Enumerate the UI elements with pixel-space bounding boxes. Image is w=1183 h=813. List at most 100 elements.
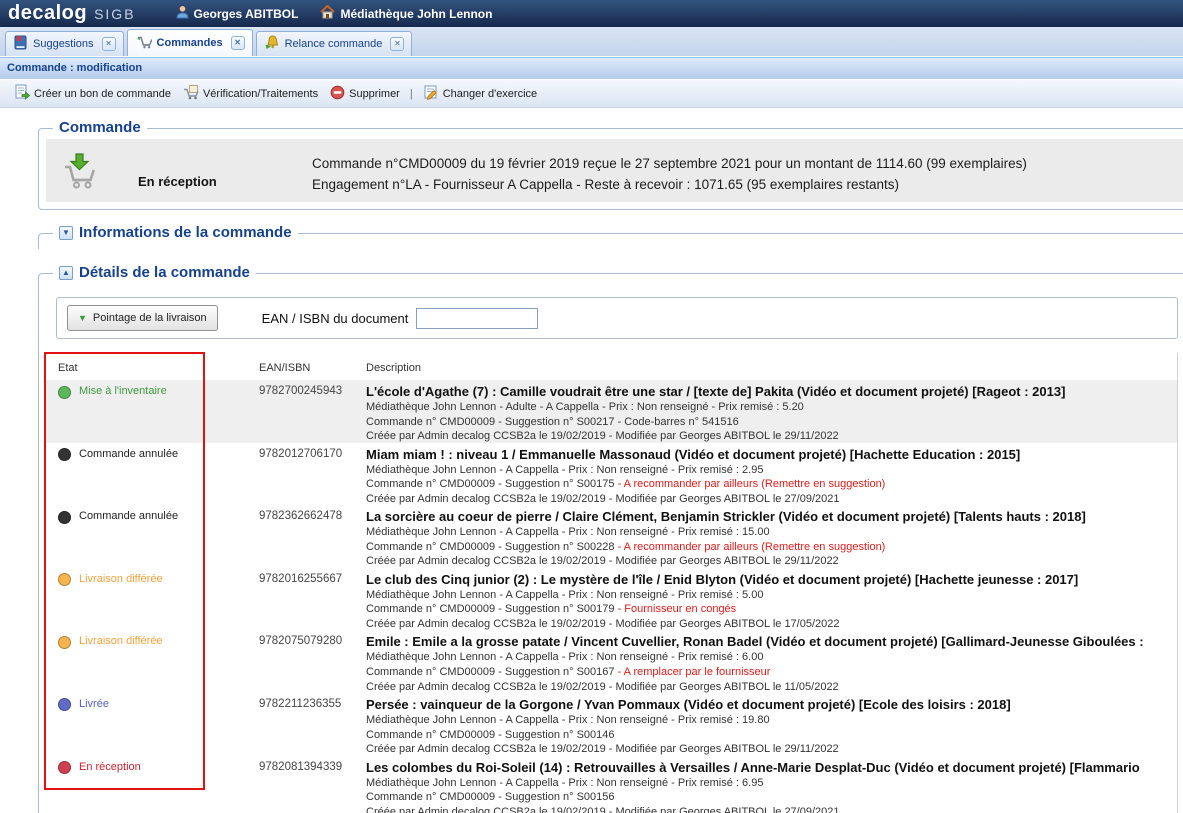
order-note-red: - Fournisseur en congés — [618, 603, 737, 615]
document-audit: Créée par Admin decalog CCSB2a le 19/02/… — [366, 742, 1177, 755]
document-holding: Médiathèque John Lennon - Adulte - A Cap… — [366, 400, 1177, 415]
cart-icon — [135, 34, 152, 52]
order-info-text: Commande n° CMD00009 - Suggestion n° S00… — [366, 478, 618, 490]
verification-label: Vérification/Traitements — [203, 88, 318, 100]
app-header: decalog SIGB Georges ABITBOL Médiathèque… — [0, 0, 1183, 27]
ean-value: 9782700245943 — [259, 380, 366, 443]
ean-value: 9782211236355 — [259, 693, 366, 756]
collapse-icon[interactable]: ▲ — [59, 266, 73, 280]
user-name: Georges ABITBOL — [194, 7, 299, 21]
header-ean: EAN/ISBN — [259, 353, 366, 380]
document-holding: Médiathèque John Lennon - A Cappella - P… — [366, 713, 1177, 728]
status-label: Mise à l'inventaire — [79, 385, 167, 397]
document-order-info: Commande n° CMD00009 - Suggestion n° S00… — [366, 665, 1177, 680]
ean-isbn-label: EAN / ISBN du document — [262, 311, 409, 326]
library-name: Médiathèque John Lennon — [340, 7, 492, 21]
table-row[interactable]: Livrée 9782211236355 Persée : vainqueur … — [46, 693, 1177, 756]
status-label: Commande annulée — [79, 448, 178, 460]
breadcrumb: Commande : modification — [0, 57, 1183, 79]
delivery-check-bar: ▼ Pointage de la livraison EAN / ISBN du… — [56, 297, 1178, 339]
change-exercise-icon — [423, 84, 439, 103]
delete-button[interactable]: Supprimer — [324, 82, 406, 106]
order-info-text: Commande n° CMD00009 - Suggestion n° S00… — [366, 603, 618, 615]
delivery-check-button[interactable]: ▼ Pointage de la livraison — [67, 305, 218, 331]
document-order-info: Commande n° CMD00009 - Suggestion n° S00… — [366, 477, 1177, 492]
tab-label: Commandes — [157, 37, 223, 49]
green-arrow-icon: ▼ — [78, 313, 87, 323]
order-note-red: - A recommander par ailleurs (Remettre e… — [618, 541, 886, 553]
tab-suggestions[interactable]: Suggestions ✕ — [5, 31, 124, 56]
order-summary-text: Commande n°CMD00009 du 19 février 2019 r… — [312, 153, 1027, 195]
tab-commandes[interactable]: Commandes ✕ — [127, 29, 253, 56]
tab-label: Relance commande — [285, 38, 383, 50]
order-summary-title: Commande — [53, 119, 147, 136]
main-content: Commande En réception Commande n°CMD0000… — [0, 108, 1183, 804]
order-info-text: Commande n° CMD00009 - Suggestion n° S00… — [366, 416, 739, 428]
book-icon — [13, 35, 28, 53]
current-user[interactable]: Georges ABITBOL — [176, 5, 299, 22]
order-lines-table: Etat EAN/ISBN Description Mise à l'inven… — [46, 353, 1178, 813]
status-dot — [58, 761, 71, 774]
document-order-info: Commande n° CMD00009 - Suggestion n° S00… — [366, 602, 1177, 617]
verification-button[interactable]: Vérification/Traitements — [177, 81, 324, 106]
order-info-text: Commande n° CMD00009 - Suggestion n° S00… — [366, 729, 615, 741]
ean-value: 9782075079280 — [259, 630, 366, 693]
document-title: Le club des Cinq junior (2) : Le mystère… — [366, 571, 1177, 588]
status-dot — [58, 386, 71, 399]
order-info-title: Informations de la commande — [79, 224, 292, 241]
status-dot — [58, 511, 71, 524]
document-audit: Créée par Admin decalog CCSB2a le 19/02/… — [366, 554, 1177, 567]
order-note-red: - A remplacer par le fournisseur — [618, 666, 771, 678]
order-note-red: - A recommander par ailleurs (Remettre e… — [618, 478, 886, 490]
tab-relance-commande[interactable]: Relance commande ✕ — [256, 31, 413, 56]
create-order-label: Créer un bon de commande — [34, 88, 171, 100]
delivery-check-label: Pointage de la livraison — [93, 312, 207, 324]
document-title: Miam miam ! : niveau 1 / Emmanuelle Mass… — [366, 446, 1177, 463]
ean-isbn-input[interactable] — [416, 308, 538, 329]
reception-cart-icon — [60, 151, 100, 196]
table-row[interactable]: Commande annulée 9782012706170 Miam miam… — [46, 443, 1177, 506]
status-label: Livrée — [79, 698, 109, 710]
close-icon[interactable]: ✕ — [231, 36, 245, 50]
document-order-info: Commande n° CMD00009 - Suggestion n° S00… — [366, 790, 1177, 805]
tab-label: Suggestions — [33, 38, 94, 50]
expand-icon[interactable]: ▼ — [59, 226, 73, 240]
app-logo-suffix: SIGB — [94, 6, 135, 22]
close-icon[interactable]: ✕ — [102, 37, 116, 51]
toolbar-separator: | — [410, 88, 413, 100]
document-audit: Créée par Admin decalog CCSB2a le 19/02/… — [366, 617, 1177, 630]
order-status: En réception — [138, 174, 217, 189]
document-audit: Créée par Admin decalog CCSB2a le 19/02/… — [366, 429, 1177, 442]
status-label: Commande annulée — [79, 510, 178, 522]
bell-icon — [264, 35, 280, 53]
table-row[interactable]: Mise à l'inventaire 9782700245943 L'écol… — [46, 380, 1177, 443]
current-library[interactable]: Médiathèque John Lennon — [320, 5, 492, 22]
toolbar: Créer un bon de commande Vérification/Tr… — [0, 79, 1183, 108]
document-holding: Médiathèque John Lennon - A Cappella - P… — [366, 776, 1177, 791]
status-dot — [58, 448, 71, 461]
status-dot — [58, 573, 71, 586]
table-row[interactable]: Livraison différée 9782016255667 Le club… — [46, 568, 1177, 631]
document-holding: Médiathèque John Lennon - A Cappella - P… — [366, 650, 1177, 665]
tab-strip: Suggestions ✕ Commandes ✕ Relance comman… — [0, 27, 1183, 57]
document-holding: Médiathèque John Lennon - A Cappella - P… — [366, 463, 1177, 478]
order-info-text: Commande n° CMD00009 - Suggestion n° S00… — [366, 791, 615, 803]
ean-value: 9782012706170 — [259, 443, 366, 506]
home-icon — [320, 5, 335, 22]
table-header: Etat EAN/ISBN Description — [46, 353, 1177, 380]
document-title: Emile : Emile a la grosse patate / Vince… — [366, 633, 1177, 650]
order-details-section: ▲ Détails de la commande ▼ Pointage de l… — [38, 273, 1183, 813]
order-summary-line1: Commande n°CMD00009 du 19 février 2019 r… — [312, 153, 1027, 174]
table-row[interactable]: En réception 9782081394339 Les colombes … — [46, 756, 1177, 813]
document-holding: Médiathèque John Lennon - A Cappella - P… — [366, 525, 1177, 540]
document-audit: Créée par Admin decalog CCSB2a le 19/02/… — [366, 492, 1177, 505]
change-exercise-button[interactable]: Changer d'exercice — [417, 81, 543, 106]
table-row[interactable]: Livraison différée 9782075079280 Emile :… — [46, 630, 1177, 693]
close-icon[interactable]: ✕ — [390, 37, 404, 51]
table-row[interactable]: Commande annulée 9782362662478 La sorciè… — [46, 505, 1177, 568]
header-description: Description — [366, 353, 1177, 380]
create-order-button[interactable]: Créer un bon de commande — [8, 81, 177, 106]
document-order-info: Commande n° CMD00009 - Suggestion n° S00… — [366, 728, 1177, 743]
order-summary-box: En réception Commande n°CMD00009 du 19 f… — [46, 139, 1183, 202]
order-summary-line2: Engagement n°LA - Fournisseur A Cappella… — [312, 174, 1027, 195]
